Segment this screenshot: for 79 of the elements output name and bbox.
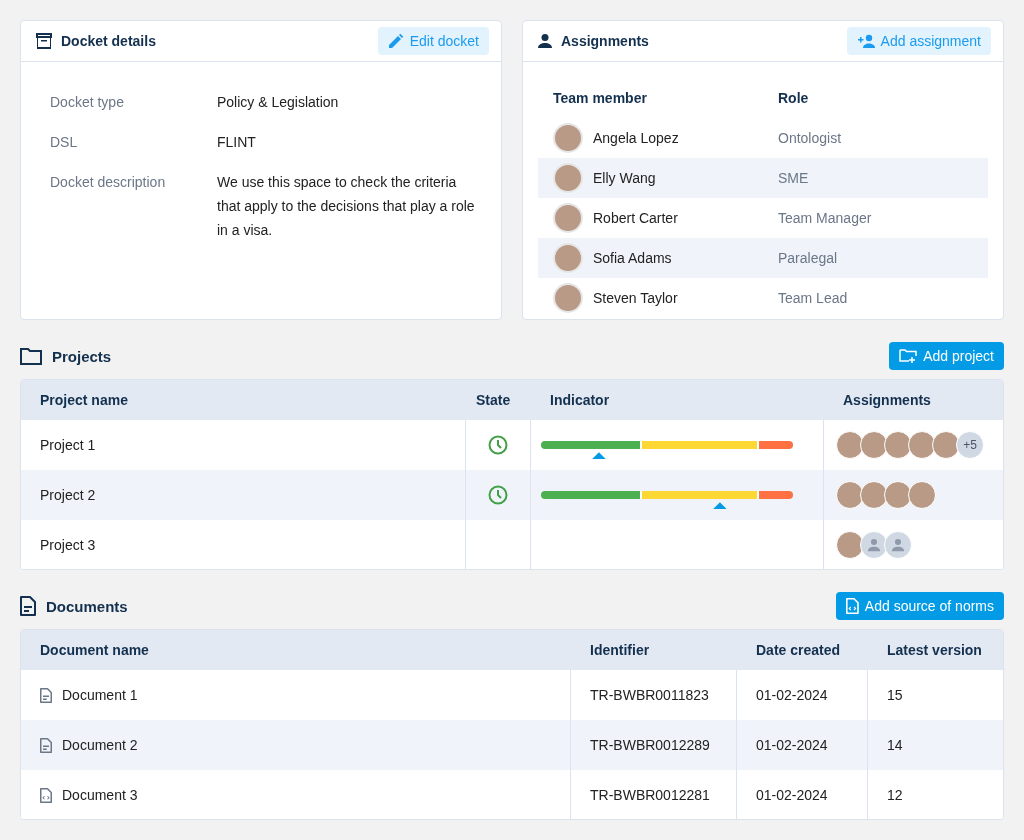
folder-icon <box>20 347 42 365</box>
member-role: Team Lead <box>778 290 849 306</box>
code-file-icon <box>40 787 52 803</box>
member-name: Steven Taylor <box>593 290 678 306</box>
column-header: Document name <box>39 642 150 659</box>
field-value: We use this space to check the criteria that apply to the decisions that play a role in a visa. <box>217 173 476 240</box>
column-header: Latest version <box>886 642 983 659</box>
avatar <box>553 203 583 233</box>
card-title: Assignments <box>561 33 650 49</box>
add-assignment-button[interactable]: Add assignment <box>846 27 991 55</box>
member-role: Ontologist <box>778 130 843 146</box>
column-header: Project name <box>39 392 129 409</box>
document-icon <box>40 687 52 703</box>
column-header: Date created <box>755 642 842 659</box>
person-icon <box>537 33 553 49</box>
avatar <box>553 283 583 313</box>
person-silhouette-icon <box>891 538 905 553</box>
column-header: Assignments <box>842 392 932 409</box>
table-cell: 01-02-2024 <box>756 737 828 754</box>
person-silhouette-icon <box>867 538 881 553</box>
avatar <box>860 431 888 460</box>
avatar <box>836 431 864 460</box>
avatar <box>884 481 912 510</box>
document-name: Document 3 <box>62 787 138 804</box>
field-value: FLINT <box>217 133 257 152</box>
member-role: Paralegal <box>778 250 839 266</box>
avatar <box>884 431 912 460</box>
section-title: Projects <box>52 347 113 365</box>
table-cell: 12 <box>887 787 903 804</box>
member-name: Angela Lopez <box>593 130 679 146</box>
project-name: Project 1 <box>40 437 96 454</box>
column-header: Role <box>778 90 810 106</box>
avatar <box>860 481 888 510</box>
member-name: Robert Carter <box>593 210 678 226</box>
column-header: Indicator <box>549 392 611 409</box>
table-cell: 01-02-2024 <box>756 787 828 804</box>
add-project-button[interactable]: Add project <box>889 342 1004 371</box>
column-header: Team member <box>553 90 648 106</box>
document-icon <box>40 737 52 753</box>
clock-icon <box>488 435 508 456</box>
member-role: SME <box>778 170 810 186</box>
member-name: Sofia Adams <box>593 250 672 266</box>
member-role: Team Manager <box>778 210 873 226</box>
field-label: Docket type <box>50 93 125 112</box>
column-header: Identifier <box>589 642 651 659</box>
document-icon <box>20 596 36 617</box>
add-person-icon <box>856 34 875 48</box>
code-file-icon <box>846 598 859 615</box>
avatar <box>908 431 936 460</box>
avatar <box>553 163 583 193</box>
clock-icon <box>488 485 508 506</box>
avatar <box>908 481 936 510</box>
table-cell: 14 <box>887 737 903 754</box>
table-cell: 01-02-2024 <box>756 687 828 704</box>
project-name: Project 2 <box>40 487 96 504</box>
member-name: Elly Wang <box>593 170 656 186</box>
folder-add-icon <box>899 348 918 365</box>
table-cell: TR-BWBR0012289 <box>590 737 710 754</box>
field-value: Policy & Legislation <box>217 93 340 112</box>
avatar <box>553 243 583 273</box>
avatar <box>836 481 864 510</box>
table-cell: TR-BWBR0012281 <box>590 787 710 804</box>
more-count: +5 <box>956 431 984 460</box>
column-header: State <box>475 392 512 409</box>
avatar <box>932 431 960 460</box>
section-title: Documents <box>46 597 129 615</box>
add-source-button[interactable]: Add source of norms <box>836 592 1004 621</box>
field-label: Docket description <box>50 173 167 192</box>
edit-docket-button[interactable]: Edit docket <box>377 27 489 55</box>
table-cell: TR-BWBR0011823 <box>590 687 709 704</box>
table-cell: 15 <box>887 687 903 704</box>
document-name: Document 2 <box>62 737 138 754</box>
project-name: Project 3 <box>40 537 96 554</box>
avatar <box>553 123 583 153</box>
card-title: Docket details <box>61 33 157 49</box>
pencil-icon <box>387 33 404 49</box>
document-name: Document 1 <box>62 687 138 704</box>
field-label: DSL <box>50 133 79 152</box>
archive-box-icon <box>35 32 53 50</box>
